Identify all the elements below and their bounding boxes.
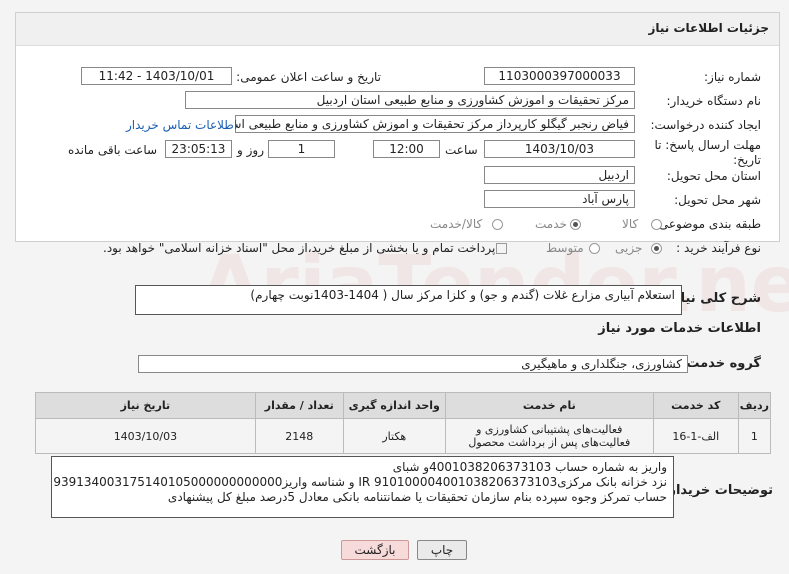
category-service-label: خدمت [535,217,567,231]
process-minor-label: جزیی [615,241,643,255]
description-text: استعلام آبیاری مزارع غلات (گندم و جو) و … [250,288,675,302]
need-number-field[interactable]: 1103000397000033 [484,67,635,85]
panel-header: جزئیات اطلاعات نیاز [16,13,779,46]
cell-unit: هکتار [342,418,446,454]
process-minor-radio[interactable] [651,243,662,254]
buyer-notes-textarea[interactable]: واریز به شماره حساب 4001038206373103و شب… [51,456,674,518]
category-goods-radio[interactable] [651,219,662,230]
process-label: نوع فرآیند خرید : [676,241,761,255]
creator-field[interactable]: فیاض رنجبر گیگلو کارپرداز مرکز تحقیقات و… [235,115,635,133]
col-date: تاریخ نیاز [35,392,256,419]
service-group-field[interactable]: کشاورزی، جنگلداری و ماهیگیری [138,355,688,373]
col-name: نام خدمت [444,392,654,419]
buyer-contact-link[interactable]: اطلاعات تماس خریدار [126,118,237,132]
province-field[interactable]: اردبیل [484,166,635,184]
buyer-org-field[interactable]: مرکز تحقیقات و اموزش کشاورزی و منابع طبی… [185,91,635,109]
remaining-time-field[interactable]: 23:05:13 [165,140,232,158]
buyer-notes-label: توضیحات خریدار: [663,483,773,498]
services-table: ردیف کد خدمت نام خدمت واحد اندازه گیری ت… [35,392,772,454]
city-label: شهر محل تحویل: [674,193,761,207]
description-textarea[interactable]: استعلام آبیاری مزارع غلات (گندم و جو) و … [135,285,682,315]
category-label: طبقه بندی موضوعی: [654,217,761,231]
print-button[interactable]: چاپ [417,540,467,560]
services-section-title: اطلاعات خدمات مورد نیاز [598,321,761,336]
col-code: کد خدمت [652,392,739,419]
process-medium-label: متوسط [546,241,584,255]
buyer-notes-line-1: واریز به شماره حساب 4001038206373103و شب… [392,460,667,474]
col-qty: تعداد / مقدار [254,392,344,419]
cell-date: 1403/10/03 [35,418,256,454]
buyer-org-label: نام دستگاه خریدار: [666,94,762,108]
announce-label: تاریخ و ساعت اعلان عمومی: [236,70,381,84]
category-service-radio[interactable] [570,219,581,230]
col-row: ردیف [737,392,772,419]
buyer-notes-line-3: حساب تمرکز وجوه سپرده بنام سازمان تحقیقا… [167,490,667,504]
table-header-row: ردیف کد خدمت نام خدمت واحد اندازه گیری ت… [35,392,772,419]
remaining-label: ساعت باقی مانده [68,143,158,157]
cell-row: 1 [737,418,772,454]
panel-title: جزئیات اطلاعات نیاز [648,21,769,35]
days-remaining-field[interactable]: 1 [268,140,335,158]
treasury-payment-checkbox[interactable] [496,243,507,254]
treasury-payment-note: پرداخت تمام و یا بخشی از مبلغ خرید،از مح… [103,241,496,255]
col-unit: واحد اندازه گیری [342,392,446,419]
service-group-label: گروه خدمت: [681,356,761,371]
province-label: استان محل تحویل: [666,169,761,183]
cell-code: الف-1-16 [652,418,739,454]
deadline-time-field[interactable]: 12:00 [373,140,440,158]
back-button[interactable]: بازگشت [341,540,409,560]
buyer-notes-line-2: نزد خزانه بانک مرکزیIR 91010000400103820… [53,475,667,489]
deadline-time-label: ساعت [445,143,478,157]
table-row: 1 الف-1-16 فعالیت‌های پشتیبانی کشاورزی و… [35,418,772,454]
cell-qty: 2148 [254,418,344,454]
deadline-label: مهلت ارسال پاسخ: تا تاریخ: [654,138,761,167]
days-label: روز و [237,143,264,157]
creator-label: ایجاد کننده درخواست: [650,118,761,132]
category-goods-service-label: کالا/خدمت [430,217,483,231]
cell-name: فعالیت‌های پشتیبانی کشاورزی و فعالیت‌های… [444,418,654,454]
deadline-date-field[interactable]: 1403/10/03 [484,140,635,158]
need-number-label: شماره نیاز: [704,70,761,84]
category-goods-service-radio[interactable] [492,219,503,230]
process-medium-radio[interactable] [589,243,600,254]
city-field[interactable]: پارس آباد [484,190,635,208]
category-goods-label: کالا [622,217,639,231]
announce-datetime-field[interactable]: 1403/10/01 - 11:42 [81,67,232,85]
